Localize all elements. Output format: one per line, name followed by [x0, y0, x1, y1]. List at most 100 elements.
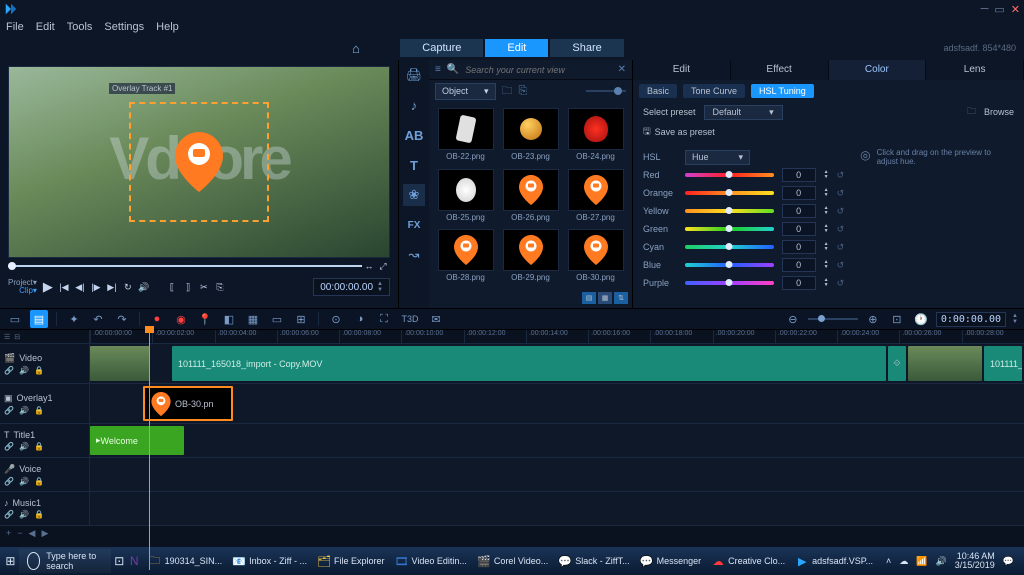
library-item[interactable]: OB-28.png	[435, 229, 496, 286]
chapter-icon[interactable]: ◧	[220, 310, 238, 328]
remove-track-button[interactable]: −	[17, 528, 22, 538]
tray-cloud-icon[interactable]: ☁	[899, 556, 908, 567]
undo-button[interactable]: ↶	[89, 310, 107, 328]
timeline-timecode[interactable]: 0:00:00.00	[936, 312, 1006, 327]
hsl-reset-icon[interactable]: ↺	[837, 170, 845, 181]
taskbar-item[interactable]: ☁Creative Clo...	[706, 549, 790, 573]
mask-icon[interactable]: ◑	[351, 310, 369, 328]
go-start-button[interactable]: |◀	[57, 279, 71, 295]
library-item[interactable]: OB-22.png	[435, 108, 496, 165]
hamburger-icon[interactable]: ≡	[435, 64, 441, 75]
multi-cam-icon[interactable]: ⊞	[292, 310, 310, 328]
menu-settings[interactable]: Settings	[104, 21, 144, 33]
taskbar-item[interactable]: 📧Inbox - Ziff - ...	[227, 549, 312, 573]
prop-subtab[interactable]: Tone Curve	[683, 84, 745, 98]
library-item[interactable]: OB-23.png	[500, 108, 561, 165]
onenote-icon[interactable]: N	[128, 549, 141, 573]
rail-title-icon[interactable]: T	[403, 154, 425, 176]
tray-wifi-icon[interactable]: 📶	[916, 556, 927, 567]
prop-subtab[interactable]: Basic	[639, 84, 677, 98]
hsl-value[interactable]: 0	[782, 222, 816, 236]
taskbar-search[interactable]: Type here to search	[19, 549, 111, 573]
tools-icon[interactable]: ✦	[65, 310, 83, 328]
go-end-button[interactable]: ▶|	[105, 279, 119, 295]
volume-icon[interactable]: 🔊	[137, 279, 151, 295]
mode-clip-label[interactable]: Clip▾	[8, 287, 37, 295]
library-search-input[interactable]	[465, 65, 611, 75]
crop-icon[interactable]: ⛶	[375, 310, 393, 328]
taskbar-item[interactable]: 🎞Video Editin...	[390, 549, 472, 573]
preview-canvas[interactable]: Vdeore Overlay Track #1	[8, 66, 390, 258]
track-list-icon[interactable]: ☰	[4, 333, 10, 341]
library-item[interactable]: OB-24.png	[565, 108, 626, 165]
minimize-button[interactable]: ─	[981, 3, 989, 15]
scrubber[interactable]: ↔ ⤢	[8, 262, 390, 270]
hsl-value[interactable]: 0	[782, 258, 816, 272]
rail-sound-icon[interactable]: ♪	[403, 94, 425, 116]
lib-sort-icon[interactable]: ⇅	[614, 292, 628, 304]
pan-zoom-icon[interactable]: ⊙	[327, 310, 345, 328]
start-button[interactable]: ⊞	[4, 549, 17, 573]
hsl-reset-icon[interactable]: ↺	[837, 242, 845, 253]
hsl-slider-blue[interactable]	[685, 263, 774, 267]
hsl-slider-cyan[interactable]	[685, 245, 774, 249]
hsl-value[interactable]: 0	[782, 186, 816, 200]
notification-icon[interactable]: 💬	[1003, 556, 1014, 567]
thumb-size-slider[interactable]	[586, 90, 626, 92]
home-icon[interactable]: ⌂	[352, 41, 360, 56]
title-track-body[interactable]: ▸ Welcome	[90, 424, 1024, 457]
menu-help[interactable]: Help	[156, 21, 179, 33]
step-back-button[interactable]: ◀|	[73, 279, 87, 295]
prop-tab-color[interactable]: Color	[829, 60, 927, 80]
hsl-reset-icon[interactable]: ↺	[837, 278, 845, 289]
redo-button[interactable]: ↷	[113, 310, 131, 328]
scroll-left-button[interactable]: ◀	[29, 528, 36, 539]
close-button[interactable]: ✕	[1011, 3, 1020, 16]
storyboard-view-icon[interactable]: ▭	[6, 310, 24, 328]
zoom-in-button[interactable]: ⊕	[864, 310, 882, 328]
library-item[interactable]: OB-27.png	[565, 169, 626, 226]
rail-media-icon[interactable]: 🖨	[403, 64, 425, 86]
prop-tab-effect[interactable]: Effect	[731, 60, 829, 80]
track-toggle-icon[interactable]: ⊟	[14, 333, 20, 341]
add-track-button[interactable]: +	[6, 528, 11, 538]
library-item[interactable]: OB-30.png	[565, 229, 626, 286]
taskbar-item[interactable]: 🗀190314_SIN...	[143, 549, 228, 573]
marker-add-icon[interactable]: 📍	[196, 310, 214, 328]
lib-view-grid-icon[interactable]: ▦	[598, 292, 612, 304]
scroll-right-button[interactable]: ▶	[41, 528, 48, 539]
mark-in-button[interactable]: ⟦	[165, 279, 179, 295]
prop-tab-lens[interactable]: Lens	[926, 60, 1024, 80]
zoom-out-button[interactable]: ⊖	[784, 310, 802, 328]
add-folder-icon[interactable]: 🗀	[502, 82, 513, 101]
overlay-object-bbox[interactable]	[129, 102, 269, 222]
library-category-dropdown[interactable]: Object▾	[435, 83, 496, 100]
rail-path-icon[interactable]: ↝	[403, 244, 425, 266]
menu-edit[interactable]: Edit	[36, 21, 55, 33]
hsl-reset-icon[interactable]: ↺	[837, 224, 845, 235]
hsl-mode-dropdown[interactable]: Hue▾	[685, 150, 750, 165]
video-clip-end[interactable]: 101111_16	[984, 346, 1022, 381]
prop-subtab[interactable]: HSL Tuning	[751, 84, 814, 98]
search-icon[interactable]: 🔍	[447, 64, 459, 75]
track-mute-icon[interactable]: 🔊	[19, 366, 29, 375]
video-track-body[interactable]: 101111_165018_import - Copy.MOV ⟐ 101111…	[90, 344, 1024, 383]
hsl-reset-icon[interactable]: ↺	[837, 206, 845, 217]
taskbar-item[interactable]: 💬Slack - ZiffT...	[553, 549, 634, 573]
record-screen-button[interactable]: ◉	[172, 310, 190, 328]
library-item[interactable]: OB-29.png	[500, 229, 561, 286]
hsl-value[interactable]: 0	[782, 276, 816, 290]
hsl-value[interactable]: 0	[782, 240, 816, 254]
menu-file[interactable]: File	[6, 21, 24, 33]
prop-tab-edit[interactable]: Edit	[633, 60, 731, 80]
import-icon[interactable]: ⎘	[519, 85, 528, 98]
clock-icon[interactable]: 🕐	[912, 310, 930, 328]
taskbar-item[interactable]: 🎬Corel Video...	[472, 549, 553, 573]
track-motion-icon[interactable]: ▦	[244, 310, 262, 328]
fit-timeline-icon[interactable]: ⊡	[888, 310, 906, 328]
motion-tracking-icon[interactable]: ✉	[427, 310, 445, 328]
lib-view-list-icon[interactable]: ▤	[582, 292, 596, 304]
voice-track-body[interactable]	[90, 458, 1024, 491]
tray-up-icon[interactable]: ˄	[886, 556, 891, 566]
play-button[interactable]: ▶	[41, 279, 55, 295]
